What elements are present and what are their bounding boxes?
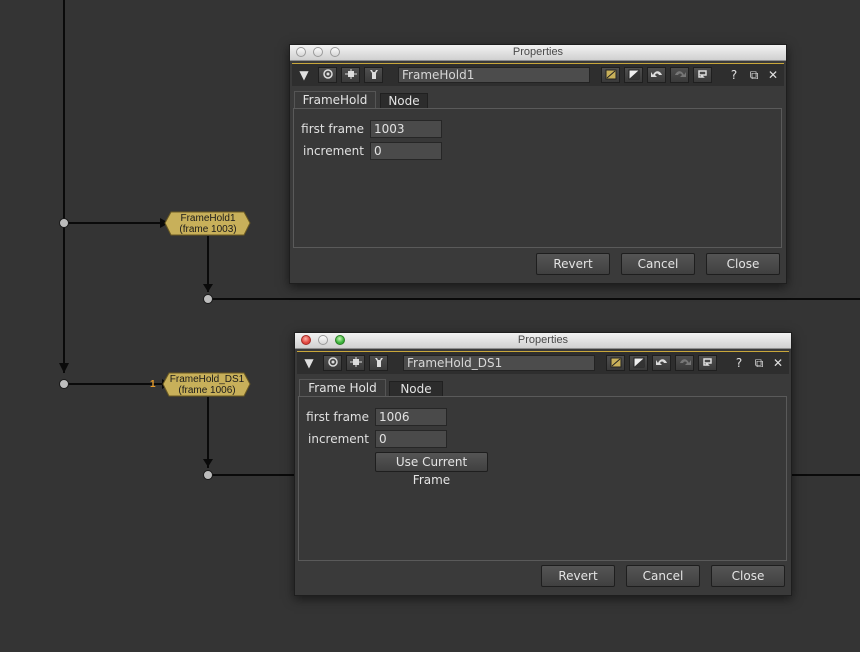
window-title: Properties	[512, 46, 564, 58]
cancel-button[interactable]: Cancel	[626, 565, 700, 587]
knob-panel: first frame 1006 increment 0 Use Current…	[298, 396, 787, 561]
first-frame-input[interactable]: 1003	[370, 120, 442, 138]
increment-label: increment	[303, 144, 364, 158]
close-traffic-light-icon[interactable]	[296, 47, 306, 57]
redo-icon[interactable]	[670, 67, 689, 83]
dot-node	[203, 294, 213, 304]
wrench-icon[interactable]	[364, 67, 383, 83]
tab-node[interactable]: Node	[389, 381, 443, 397]
close-panel-icon[interactable]: ✕	[765, 67, 781, 83]
properties-toolbar: ▼ FrameHold_DS1 ? ⧉ ✕	[297, 351, 789, 374]
minimize-traffic-light-icon[interactable]	[313, 47, 323, 57]
dot-node	[59, 218, 69, 228]
wrench-icon[interactable]	[369, 355, 388, 371]
collapse-triangle-icon[interactable]: ▼	[301, 355, 317, 371]
increment-input[interactable]: 0	[370, 142, 442, 160]
increment-input[interactable]: 0	[375, 430, 447, 448]
redo-icon[interactable]	[675, 355, 694, 371]
properties-window-framehold-ds1: Properties ▼ FrameHold_DS1 ? ⧉ ✕ Frame H…	[294, 332, 792, 596]
node-color-icon[interactable]	[601, 67, 620, 83]
revert-button[interactable]: Revert	[541, 565, 615, 587]
first-frame-input[interactable]: 1006	[375, 408, 447, 426]
properties-toolbar: ▼ FrameHold1 ? ⧉ ✕	[292, 63, 784, 86]
dot-node	[59, 379, 69, 389]
center-node-icon[interactable]	[341, 67, 360, 83]
tab-node[interactable]: Node	[380, 93, 428, 109]
revert-knobs-icon[interactable]	[698, 355, 717, 371]
node-input-badge: 1	[150, 379, 156, 390]
close-panel-icon[interactable]: ✕	[770, 355, 786, 371]
viewer-icon[interactable]	[318, 67, 337, 83]
revert-button[interactable]: Revert	[536, 253, 610, 275]
use-current-frame-button[interactable]: Use Current Frame	[375, 452, 488, 487]
arrow-head	[203, 284, 213, 292]
node-color-icon[interactable]	[606, 355, 625, 371]
undo-icon[interactable]	[647, 67, 666, 83]
cancel-button[interactable]: Cancel	[621, 253, 695, 275]
node-name-field[interactable]: FrameHold1	[398, 67, 590, 83]
arrow-head	[59, 363, 69, 373]
gl-color-icon[interactable]	[624, 67, 643, 83]
zoom-traffic-light-icon[interactable]	[335, 335, 345, 345]
framehold-ds1-node	[162, 372, 251, 397]
float-window-icon[interactable]: ⧉	[746, 67, 762, 83]
float-window-icon[interactable]: ⧉	[751, 355, 767, 371]
node-name-field[interactable]: FrameHold_DS1	[403, 355, 595, 371]
window-titlebar[interactable]: Properties	[290, 45, 786, 61]
first-frame-label: first frame	[301, 122, 364, 136]
undo-icon[interactable]	[652, 355, 671, 371]
window-titlebar[interactable]: Properties	[295, 333, 791, 349]
close-button[interactable]: Close	[711, 565, 785, 587]
close-traffic-light-icon[interactable]	[301, 335, 311, 345]
help-icon[interactable]: ?	[726, 67, 742, 83]
knob-panel: first frame 1003 increment 0	[293, 108, 782, 248]
collapse-triangle-icon[interactable]: ▼	[296, 67, 312, 83]
viewer-icon[interactable]	[323, 355, 342, 371]
revert-knobs-icon[interactable]	[693, 67, 712, 83]
zoom-traffic-light-icon[interactable]	[330, 47, 340, 57]
arrow-head	[203, 459, 213, 467]
minimize-traffic-light-icon[interactable]	[318, 335, 328, 345]
window-title: Properties	[517, 334, 569, 346]
properties-window-framehold1: Properties ▼ FrameHold1 ? ⧉ ✕ FrameHold …	[289, 44, 787, 284]
close-button[interactable]: Close	[706, 253, 780, 275]
framehold1-node	[164, 211, 251, 236]
center-node-icon[interactable]	[346, 355, 365, 371]
gl-color-icon[interactable]	[629, 355, 648, 371]
dot-node	[203, 470, 213, 480]
help-icon[interactable]: ?	[731, 355, 747, 371]
increment-label: increment	[308, 432, 369, 446]
first-frame-label: first frame	[306, 410, 369, 424]
